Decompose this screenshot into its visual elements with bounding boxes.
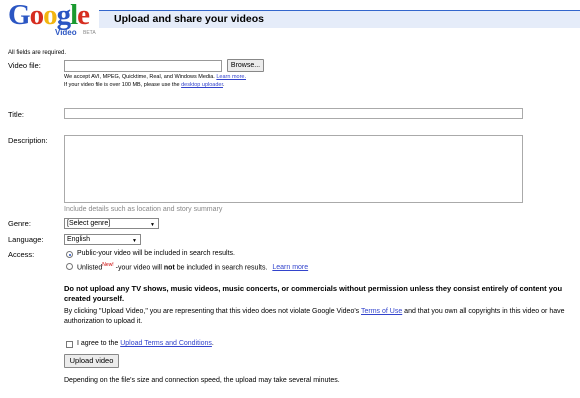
- video-file-label: Video file:: [8, 61, 41, 70]
- logo-letter: g: [56, 0, 71, 31]
- browse-button[interactable]: Browse...: [227, 59, 264, 72]
- agree-text: I agree to the: [77, 340, 121, 347]
- terms-text: By clicking "Upload Video," you are repr…: [64, 308, 361, 315]
- genre-select[interactable]: [Select genre] ▼: [64, 218, 159, 229]
- required-note: All fields are required.: [8, 50, 67, 56]
- google-video-logo[interactable]: Google Video BETA: [8, 0, 98, 37]
- accepted-formats-note: We accept AVI, MPEG, Quicktime, Real, an…: [64, 74, 246, 80]
- video-file-input[interactable]: [64, 60, 222, 72]
- large-file-end: .: [223, 82, 225, 88]
- genre-selected-value: [Select genre]: [67, 220, 111, 227]
- access-public-label: Public-your video will be included in se…: [77, 250, 235, 257]
- logo-video-label: Video: [55, 28, 77, 37]
- upload-video-button[interactable]: Upload video: [64, 354, 119, 368]
- title-label: Title:: [8, 110, 24, 119]
- unlisted-text: Unlisted: [77, 264, 103, 272]
- chevron-down-icon: ▼: [132, 238, 137, 244]
- unlisted-text: -your video will: [113, 264, 164, 272]
- unlisted-not: not: [163, 264, 175, 272]
- logo-letter: o: [43, 0, 57, 31]
- chevron-down-icon: ▼: [150, 222, 155, 228]
- access-label: Access:: [8, 250, 35, 259]
- access-public-radio[interactable]: [66, 251, 73, 258]
- description-label: Description:: [8, 136, 48, 145]
- language-select[interactable]: English ▼: [64, 234, 141, 245]
- language-selected-value: English: [67, 236, 90, 243]
- large-file-note: If your video file is over 100 MB, pleas…: [64, 82, 225, 88]
- genre-label: Genre:: [8, 219, 31, 228]
- logo-letter: e: [77, 0, 90, 31]
- new-badge: New!: [102, 262, 114, 268]
- title-input[interactable]: [64, 108, 523, 119]
- terms-statement: By clicking "Upload Video," you are repr…: [64, 307, 569, 327]
- logo-beta-label: BETA: [83, 30, 96, 36]
- learn-more-formats-link[interactable]: Learn more.: [216, 74, 246, 80]
- agree-label: I agree to the Upload Terms and Conditio…: [77, 340, 214, 347]
- content-warning: Do not upload any TV shows, music videos…: [64, 284, 563, 303]
- page-title: Upload and share your videos: [114, 13, 264, 25]
- upload-terms-link[interactable]: Upload Terms and Conditions: [120, 340, 212, 347]
- logo-letter: o: [29, 0, 44, 31]
- accepted-formats-text: We accept AVI, MPEG, Quicktime, Real, an…: [64, 74, 215, 80]
- agree-checkbox[interactable]: [66, 341, 73, 348]
- terms-of-use-link[interactable]: Terms of Use: [361, 308, 402, 315]
- description-textarea[interactable]: [64, 135, 523, 203]
- access-unlisted-radio[interactable]: [66, 263, 73, 270]
- access-unlisted-label: UnlistedNew! -your video will not be inc…: [77, 262, 308, 271]
- logo-letter: G: [8, 0, 31, 31]
- language-label: Language:: [8, 235, 44, 244]
- large-file-text: If your video file is over 100 MB, pleas…: [64, 82, 180, 88]
- unlisted-text: be included in search results.: [174, 264, 268, 272]
- desktop-uploader-link[interactable]: desktop uploader: [181, 82, 223, 88]
- agree-text: .: [211, 340, 214, 347]
- description-hint: Include details such as location and sto…: [64, 206, 223, 213]
- upload-time-note: Depending on the file's size and connect…: [64, 377, 340, 384]
- learn-more-access-link[interactable]: Learn more: [272, 264, 308, 271]
